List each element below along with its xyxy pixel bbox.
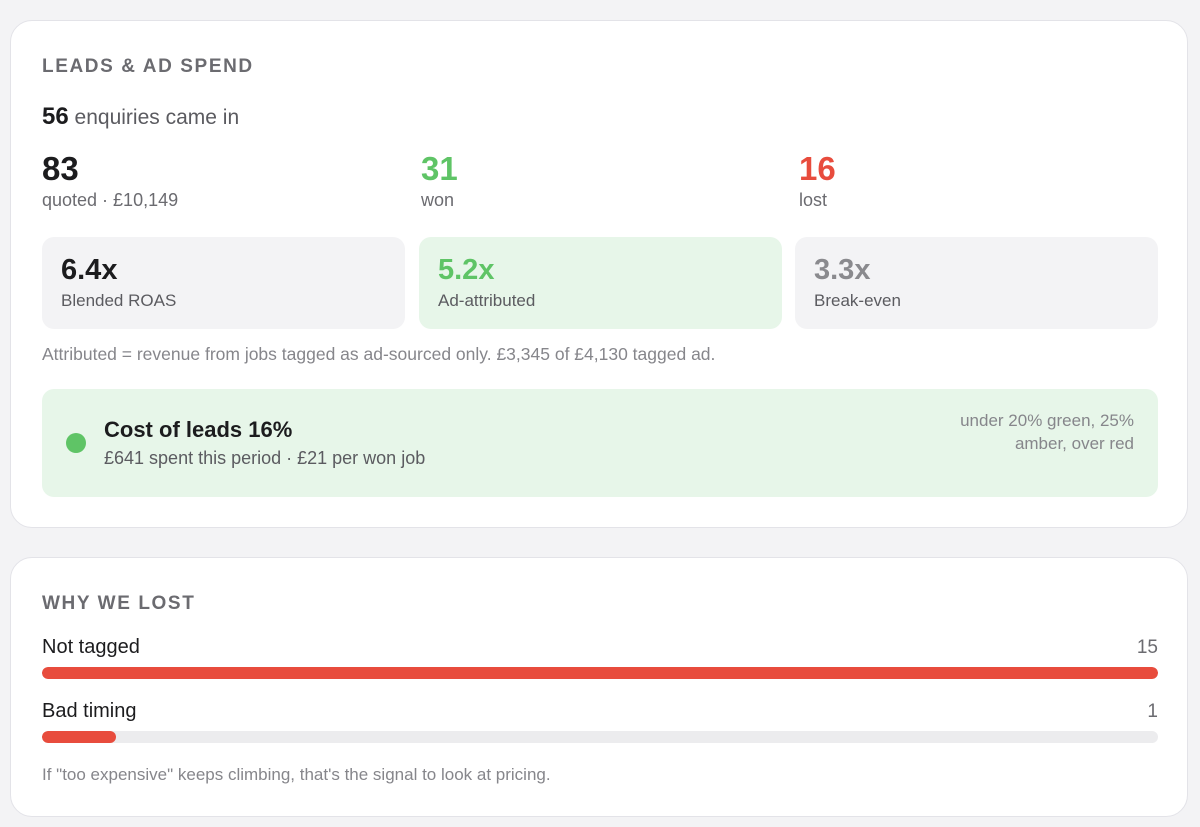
blended-roas-label: Blended ROAS	[61, 291, 177, 310]
cost-threshold-legend: under 20% green, 25% amber, over red	[960, 411, 1134, 453]
cost-of-leads-title: Cost of leads 16%	[104, 417, 293, 442]
break-even-label: Break-even	[814, 291, 901, 310]
blended-roas-value: 6.4x	[61, 254, 118, 286]
won-stat: 31 won	[421, 149, 458, 211]
won-label: won	[421, 190, 455, 210]
cost-of-leads-subtitle: £641 spent this period · £21 per won job	[104, 448, 426, 468]
status-dot-icon	[66, 433, 86, 453]
enquiries-summary: 56 enquiries came in	[42, 103, 239, 131]
loss-bar-track	[42, 667, 1158, 679]
loss-bar-fill	[42, 667, 1158, 679]
leads-section-title: LEADS & AD SPEND	[42, 56, 254, 77]
lost-label: lost	[799, 190, 828, 210]
why-we-lost-card: WHY WE LOST Not tagged 15 Bad timing 1 I…	[10, 557, 1188, 817]
quoted-label: quoted · £10,149	[42, 190, 179, 210]
ad-attributed-label: Ad-attributed	[438, 291, 536, 310]
enquiries-text: enquiries came in	[74, 106, 240, 129]
loss-reason-row: Not tagged 15	[42, 636, 1158, 679]
loss-bar-fill	[42, 731, 117, 743]
lost-section-title: WHY WE LOST	[42, 593, 196, 614]
quoted-value: 83	[42, 150, 79, 187]
lost-stat: 16 lost	[799, 149, 836, 211]
ad-attributed-value: 5.2x	[438, 254, 495, 286]
loss-reason-row: Bad timing 1	[42, 700, 1158, 743]
lost-value: 16	[799, 150, 836, 187]
loss-reason-label: Bad timing	[42, 700, 137, 722]
loss-reason-count: 1	[1147, 701, 1158, 722]
break-even-tile: 3.3x Break-even	[795, 237, 1158, 329]
pricing-signal-note: If "too expensive" keeps climbing, that'…	[42, 765, 551, 784]
leads-ad-spend-card: LEADS & AD SPEND 56 enquiries came in 83…	[10, 20, 1188, 528]
cost-of-leads-panel: Cost of leads 16% £641 spent this period…	[42, 389, 1158, 497]
blended-roas-tile: 6.4x Blended ROAS	[42, 237, 405, 329]
ad-attributed-tile: 5.2x Ad-attributed	[419, 237, 782, 329]
loss-reason-count: 15	[1136, 637, 1158, 658]
break-even-value: 3.3x	[814, 254, 871, 286]
loss-bar-track	[42, 731, 1158, 743]
won-value: 31	[421, 150, 458, 187]
enquiries-count: 56	[42, 103, 69, 130]
quoted-stat: 83 quoted · £10,149	[42, 149, 178, 211]
loss-reason-label: Not tagged	[42, 636, 140, 658]
attribution-note: Attributed = revenue from jobs tagged as…	[42, 344, 716, 364]
